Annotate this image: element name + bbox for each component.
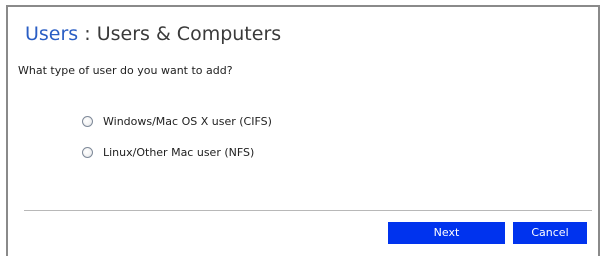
divider: [24, 210, 592, 211]
radio-nfs[interactable]: [82, 147, 93, 158]
page-title: Users : Users & Computers: [25, 22, 281, 46]
option-nfs-label: Linux/Other Mac user (NFS): [103, 146, 255, 159]
next-button[interactable]: Next: [388, 222, 505, 244]
option-nfs-user[interactable]: Linux/Other Mac user (NFS): [82, 146, 254, 159]
page-title-text: Users & Computers: [96, 23, 282, 45]
cancel-button[interactable]: Cancel: [513, 222, 587, 244]
radio-cifs[interactable]: [82, 116, 93, 127]
option-cifs-user[interactable]: Windows/Mac OS X user (CIFS): [82, 115, 272, 128]
dialog-panel: Users : Users & Computers What type of u…: [6, 5, 600, 256]
user-type-question: What type of user do you want to add?: [18, 64, 233, 77]
breadcrumb-separator: :: [78, 23, 97, 45]
breadcrumb-users-link[interactable]: Users: [25, 23, 78, 45]
option-cifs-label: Windows/Mac OS X user (CIFS): [103, 115, 272, 128]
